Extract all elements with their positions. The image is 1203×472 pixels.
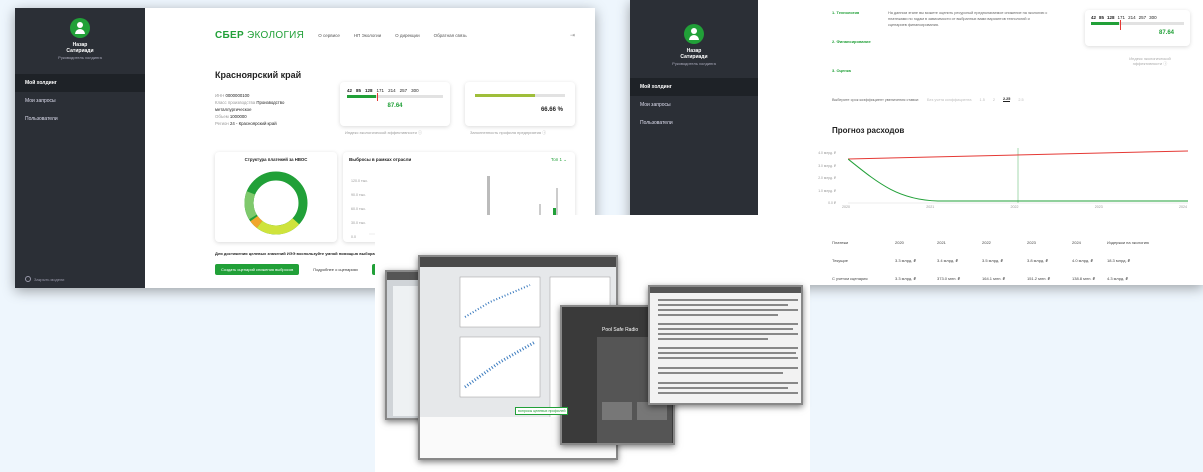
structure-card: Структура платежей за НВОС	[215, 152, 337, 242]
index-value: 87.64	[387, 103, 403, 109]
user-name-2: Назар Сатириади	[680, 48, 708, 60]
sidebar-item-holding[interactable]: Мой холдинг	[15, 74, 145, 92]
logout-icon[interactable]: ⇥	[570, 32, 575, 39]
brand-logo[interactable]: СБЕР ЭКОЛОГИЯ	[215, 30, 304, 41]
sidebar: Назар Сатириади Руководитель холдинга Мой…	[15, 8, 145, 288]
index-scale: 42 85 128 171 214 257 300	[347, 88, 419, 93]
index-caption-2: Индекс экологической эффективности ⓘ	[1129, 56, 1171, 66]
user-role-2: Руководитель холдинга	[672, 61, 716, 66]
payments-table: Платежи 2020 2021 2022 2023 2024 Издержк…	[832, 240, 1149, 281]
coef-label: Выберите срок коэффициент увеличения ста…	[832, 97, 920, 102]
top-dropdown[interactable]: Топ 1 ⌄	[551, 157, 567, 163]
coef-option-2-25[interactable]: 2.25	[1002, 97, 1011, 102]
scale-bar-2	[1091, 20, 1184, 30]
profile-caption: Заполненность профиля предприятия ⓘ	[470, 130, 547, 135]
region-fields: ИНН 0000000100 Класс производства Произв…	[215, 93, 285, 126]
sidebar-item-requests[interactable]: Мои запросы	[15, 92, 145, 110]
user-avatar-icon-2	[684, 24, 704, 44]
coef-option-1-5[interactable]: 1.5	[980, 98, 985, 102]
nav-about[interactable]: О сервисе	[318, 33, 340, 38]
user-role: Руководитель холдинга	[58, 55, 102, 60]
coef-selector: Выберите срок коэффициент увеличения ста…	[832, 97, 1024, 102]
user-name: Назар Сатириади	[66, 42, 94, 54]
coef-option-2[interactable]: 2	[993, 98, 995, 102]
nav-directorate[interactable]: О дирекции	[395, 33, 419, 38]
step-evaluation[interactable]: 3. Оценка	[832, 68, 871, 73]
profile-value: 66.66 %	[540, 107, 563, 113]
eco-index-card-2: 42 85 128 171 214 257 300 87.64	[1085, 10, 1190, 46]
user-avatar-icon	[70, 18, 90, 38]
structure-title: Структура платежей за НВОС	[244, 157, 308, 162]
nav-np[interactable]: НП Экологии	[354, 33, 381, 38]
forecast-y-ticks: 4.0 млрд. ₽3.0 млрд. ₽2.0 млрд. ₽1.0 млр…	[818, 151, 836, 205]
thumbnail-document	[648, 285, 803, 405]
step-technology[interactable]: 1. Технология	[832, 10, 871, 15]
create-scenario-button[interactable]: Создать сценарий снижения выбросов	[215, 264, 300, 275]
power-icon	[25, 276, 31, 282]
forecast-x-ticks: 2020 2021 2022 2023 2024	[842, 205, 1187, 209]
thumb-active-tab[interactable]: вопросы целевых профилей	[515, 407, 569, 415]
sidebar2-item-requests[interactable]: Мои запросы	[630, 96, 758, 114]
step-financing[interactable]: 2. Финансирование	[832, 39, 871, 44]
header: СБЕР ЭКОЛОГИЯ О сервисе НП Экологии О ди…	[215, 30, 467, 41]
coef-option-none[interactable]: Без учета коэффициента	[927, 98, 971, 102]
scale-bar	[347, 93, 443, 101]
eco-index-card: 42 85 128 171 214 257 300 87.64	[340, 82, 450, 126]
profile-bar	[475, 94, 565, 97]
steps: 1. Технология 2. Финансирование 3. Оценк…	[832, 10, 871, 73]
nav-feedback[interactable]: Обратная связь	[434, 33, 467, 38]
profile-card: 66.66 %	[465, 82, 575, 126]
scenario-details-button[interactable]: Подробнее о сценариях	[307, 264, 364, 275]
sidebar-item-users[interactable]: Пользователи	[15, 110, 145, 128]
coef-option-2-5[interactable]: 2.5	[1018, 98, 1023, 102]
index-value-2: 87.64	[1158, 30, 1174, 36]
index-caption: Индекс экологической эффективности ⓘ	[345, 130, 422, 135]
sidebar2-item-holding[interactable]: Мой холдинг	[630, 78, 758, 96]
steps-description: На данном этапе вы можете оценить ресурс…	[888, 11, 1048, 27]
forecast-chart	[848, 148, 1188, 204]
structure-donut	[244, 171, 308, 235]
y-ticks: 120.0 тыс. 90.0 тыс. 60.0 тыс. 30.0 тыс. 0.0	[351, 179, 369, 239]
region-title: Красноярский край	[215, 70, 302, 80]
emissions-title: Выбросы в рамках отрасли	[349, 157, 412, 162]
sidebar-footer[interactable]: Закрыть модели	[25, 276, 64, 282]
sidebar2-item-users[interactable]: Пользователи	[630, 114, 758, 132]
forecast-title: Прогноз расходов	[832, 126, 905, 135]
index-scale-2: 42 85 128 171 214 257 300	[1091, 15, 1157, 20]
